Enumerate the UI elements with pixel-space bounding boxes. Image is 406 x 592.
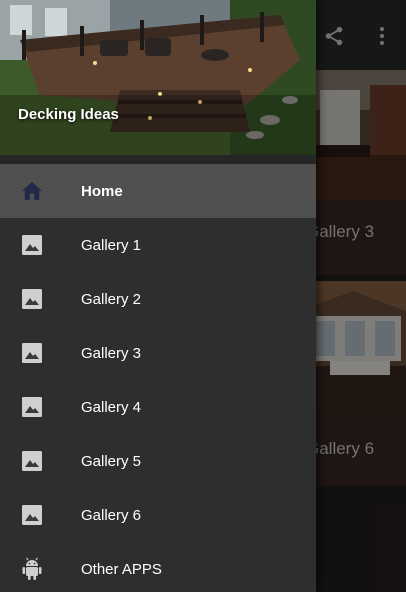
image-icon	[20, 287, 44, 311]
drawer-item-gallery-4[interactable]: Gallery 4	[0, 380, 316, 434]
drawer-item-label: Gallery 1	[81, 236, 142, 254]
image-icon	[20, 341, 44, 365]
drawer-item-label: Home	[81, 182, 123, 200]
image-icon	[20, 395, 44, 419]
image-icon	[20, 233, 44, 257]
image-icon	[20, 449, 44, 473]
drawer-item-label: Gallery 6	[81, 506, 142, 524]
drawer-menu: Home Gallery 1 Gallery 2 Gallery 3 Galle	[0, 164, 316, 592]
drawer-item-gallery-5[interactable]: Gallery 5	[0, 434, 316, 488]
drawer-item-other-apps[interactable]: Other APPS	[0, 542, 316, 592]
drawer-header-divider	[0, 155, 316, 164]
drawer-item-gallery-6[interactable]: Gallery 6	[0, 488, 316, 542]
image-icon	[20, 503, 44, 527]
drawer-item-label: Gallery 5	[81, 452, 142, 470]
drawer-item-gallery-2[interactable]: Gallery 2	[0, 272, 316, 326]
drawer-item-label: Other APPS	[81, 560, 162, 578]
drawer-item-label: Gallery 4	[81, 398, 142, 416]
home-icon	[20, 179, 44, 203]
drawer-header: Decking Ideas	[0, 0, 316, 155]
drawer-title: Decking Ideas	[18, 106, 119, 123]
drawer-item-label: Gallery 2	[81, 290, 142, 308]
drawer-item-home[interactable]: Home	[0, 164, 316, 218]
drawer-header-image	[0, 0, 316, 155]
drawer-item-label: Gallery 3	[81, 344, 142, 362]
navigation-drawer: Decking Ideas Home Gallery 1 Gallery 2 G…	[0, 0, 316, 592]
android-icon	[20, 557, 44, 581]
drawer-item-gallery-1[interactable]: Gallery 1	[0, 218, 316, 272]
drawer-item-gallery-3[interactable]: Gallery 3	[0, 326, 316, 380]
